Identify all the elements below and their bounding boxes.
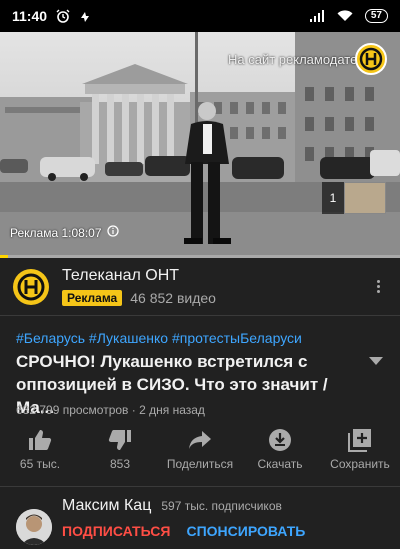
view-count: 632 799 просмотров · 2 дня назад	[16, 403, 205, 417]
save-button[interactable]: Сохранить	[320, 428, 400, 480]
dislike-button[interactable]: 853	[80, 428, 160, 480]
ad-channel-row[interactable]: Телеканал ОНТ Реклама 46 852 видео	[0, 258, 400, 316]
ad-preview-thumbnail[interactable]: 1	[322, 182, 386, 214]
like-count: 65 тыс.	[19, 457, 61, 471]
ad-channel-info: Телеканал ОНТ Реклама 46 852 видео	[62, 267, 216, 306]
channel-name[interactable]: Максим Кац	[62, 497, 151, 515]
channel-row: Максим Кац 597 тыс. подписчиков ПОДПИСАТ…	[0, 486, 400, 549]
like-button[interactable]: 65 тыс.	[0, 428, 80, 480]
status-bar: 11:40 57	[0, 0, 400, 32]
ont-watermark-icon	[355, 43, 387, 75]
ad-video-count: 46 852 видео	[130, 290, 216, 306]
ont-logo-icon	[13, 268, 49, 305]
playlist-add-icon	[347, 428, 373, 452]
subscriber-count: 597 тыс. подписчиков	[161, 499, 282, 513]
more-options-icon[interactable]	[368, 277, 388, 297]
share-label: Поделиться	[166, 457, 234, 471]
alarm-icon	[55, 8, 71, 24]
advertiser-link[interactable]: На сайт рекламодателя	[228, 52, 372, 67]
ad-time-label: Реклама 1:08:07	[10, 225, 102, 240]
action-bar: 65 тыс. 853 Поделиться Скачать Сохранить	[0, 428, 400, 480]
next-ad-thumbnail	[344, 182, 386, 214]
thumbs-down-icon	[107, 428, 133, 452]
ad-timer: Реклама 1:08:07	[10, 225, 119, 240]
info-icon[interactable]	[106, 225, 119, 240]
thumbs-up-icon	[27, 428, 53, 452]
subscribe-button[interactable]: ПОДПИСАТЬСЯ	[62, 523, 170, 539]
share-button[interactable]: Поделиться	[160, 428, 240, 480]
sponsor-button[interactable]: СПОНСИРОВАТЬ	[186, 523, 305, 539]
save-label: Сохранить	[330, 457, 390, 471]
dislike-count: 853	[109, 457, 131, 471]
hashtags[interactable]: #Беларусь #Лукашенко #протестыБеларуси	[16, 330, 302, 346]
download-button[interactable]: Скачать	[240, 428, 320, 480]
download-icon	[267, 428, 293, 452]
expand-description-icon[interactable]	[368, 356, 384, 366]
ad-badge: Реклама	[62, 290, 123, 306]
wifi-icon	[337, 8, 353, 24]
ad-channel-name[interactable]: Телеканал ОНТ	[62, 267, 216, 285]
battery-icon: 57	[364, 9, 388, 23]
download-label: Скачать	[257, 457, 303, 471]
video-player[interactable]: На сайт рекламодателя 1 Реклама 1:08:07	[0, 32, 400, 258]
clock: 11:40	[12, 8, 48, 24]
ad-counter: 1	[322, 182, 344, 214]
avatar[interactable]	[16, 509, 52, 545]
share-icon	[187, 428, 213, 452]
data-saver-icon	[77, 8, 93, 24]
signal-icon	[309, 8, 325, 24]
